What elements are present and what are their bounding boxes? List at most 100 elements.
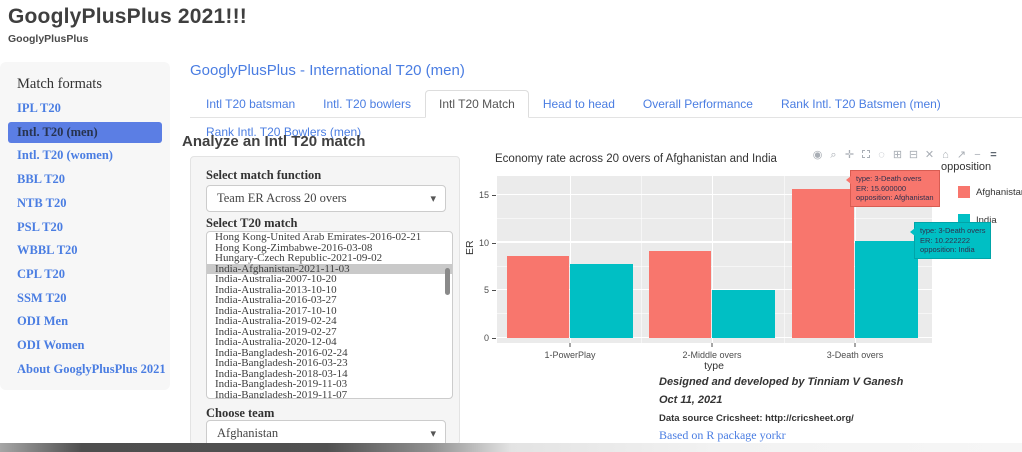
match-option[interactable]: India-Australia-2007-10-20 xyxy=(207,274,452,285)
y-tick-mark xyxy=(492,338,496,339)
match-option[interactable]: India-Bangladesh-2016-03-23 xyxy=(207,358,452,369)
zoom-icon[interactable]: ⌕ xyxy=(828,149,839,161)
lasso-icon[interactable]: ◌ xyxy=(876,149,887,161)
legend-entry-afghanistan[interactable]: Afghanistan xyxy=(958,186,1022,198)
x-tick-mark xyxy=(570,343,571,347)
chart-area: ◉ ⌕ ✛ ◌ ⊞ ⊟ ✕ ⌂ ↗−= Economy rate across 20 overs… xyxy=(465,140,1022,452)
match-form-panel: Select match function Team ER Across 20 … xyxy=(190,156,460,445)
toggle-spikelines-icon[interactable]: ↗ xyxy=(956,149,967,161)
bar-afghanistan-3-death-overs[interactable] xyxy=(792,189,855,338)
page-subtitle: GooglyPlusPlus xyxy=(8,33,89,45)
zoom-in-icon[interactable]: ⊞ xyxy=(892,149,903,161)
team-value: Afghanistan xyxy=(217,426,278,441)
bar-afghanistan-2-middle-overs[interactable] xyxy=(649,251,712,338)
match-function-select[interactable]: Team ER Across 20 overs ▾ xyxy=(206,185,446,212)
box-select-icon[interactable] xyxy=(860,148,871,161)
chevron-down-icon: ▾ xyxy=(430,192,436,205)
app-window: GooglyPlusPlus 2021!!! GooglyPlusPlus Ma… xyxy=(0,0,1022,452)
plotly-modebar: ◉ ⌕ ✛ ◌ ⊞ ⊟ ✕ ⌂ ↗−= xyxy=(812,148,1022,161)
bar-india-3-death-overs[interactable] xyxy=(855,241,918,338)
reset-axes-icon[interactable]: ⌂ xyxy=(940,149,951,161)
sidebar-item-odi-men[interactable]: ODI Men xyxy=(8,311,162,332)
y-tick-label: 15 xyxy=(467,190,489,200)
team-label: Choose team xyxy=(206,406,274,421)
tab-bar: Intl T20 batsmanIntl. T20 bowlersIntl T2… xyxy=(190,90,1022,118)
footer-credit: Designed and developed by Tinniam V Gane… xyxy=(659,376,903,388)
bar-afghanistan-1-powerplay[interactable] xyxy=(507,256,570,338)
tab-intl-t20-batsman[interactable]: Intl T20 batsman xyxy=(192,90,309,118)
tooltip-line: ER: 15.600000 xyxy=(856,184,934,194)
x-tick-label: 3-Death overs xyxy=(827,350,884,360)
hover-compare-icon[interactable]: = xyxy=(988,149,999,161)
hover-closest-icon[interactable]: − xyxy=(972,149,983,161)
sidebar-item-psl-t20[interactable]: PSL T20 xyxy=(8,217,162,238)
sidebar-item-cpl-t20[interactable]: CPL T20 xyxy=(8,264,162,285)
y-tick-mark xyxy=(492,243,496,244)
x-tick-label: 1-PowerPlay xyxy=(544,350,595,360)
section-heading: Analyze an Intl T20 match xyxy=(182,133,365,150)
sidebar-item-intl-t20-men-[interactable]: Intl. T20 (men) xyxy=(8,122,162,143)
x-tick-label: 2-Middle overs xyxy=(682,350,741,360)
x-tick-mark xyxy=(855,343,856,347)
sidebar-item-ntb-t20[interactable]: NTB T20 xyxy=(8,193,162,214)
tooltip-line: type: 3-Death overs xyxy=(920,226,985,236)
match-option[interactable]: India-Australia-2020-12-04 xyxy=(207,337,452,348)
match-option[interactable]: India-Bangladesh-2019-11-07 xyxy=(207,390,452,400)
pan-icon[interactable]: ✛ xyxy=(844,149,855,161)
sidebar-item-odi-women[interactable]: ODI Women xyxy=(8,335,162,356)
minor-vgridline xyxy=(784,176,785,343)
sidebar-item-intl-t20-women-[interactable]: Intl. T20 (women) xyxy=(8,145,162,166)
tab-overall-performance[interactable]: Overall Performance xyxy=(629,90,767,118)
chevron-down-icon: ▾ xyxy=(430,427,436,440)
y-tick-mark xyxy=(492,290,496,291)
listbox-scrollbar[interactable] xyxy=(445,268,450,295)
tab-head-to-head[interactable]: Head to head xyxy=(529,90,629,118)
tooltip-line: ER: 10.222222 xyxy=(920,236,985,246)
y-axis-label: ER xyxy=(464,240,476,255)
x-tick-mark xyxy=(712,343,713,347)
tooltip-line: type: 3-Death overs xyxy=(856,174,934,184)
sidebar-item-ssm-t20[interactable]: SSM T20 xyxy=(8,288,162,309)
tooltip-caret xyxy=(910,228,915,236)
sidebar-item-about-googlyplusplus-2021[interactable]: About GooglyPlusPlus 2021 xyxy=(8,359,162,380)
minor-gridline xyxy=(497,218,932,219)
sidebar: Match formats IPL T20 Intl. T20 (men)Intl… xyxy=(0,62,170,390)
x-axis-label: type xyxy=(704,360,724,372)
page-title: GooglyPlusPlus 2021!!! xyxy=(8,5,247,29)
camera-icon[interactable]: ◉ xyxy=(812,149,823,161)
match-listbox[interactable]: Hong Kong-United Arab Emirates-2016-02-2… xyxy=(206,231,453,399)
y-tick-mark xyxy=(492,195,496,196)
autoscale-icon[interactable]: ✕ xyxy=(924,149,935,161)
footer-yorkr-link[interactable]: Based on R package yorkr xyxy=(659,428,786,443)
match-option[interactable]: India-Australia-2016-03-27 xyxy=(207,295,452,306)
zoom-out-icon[interactable]: ⊟ xyxy=(908,149,919,161)
bar-india-1-powerplay[interactable] xyxy=(570,264,633,338)
tab-intl-t20-bowlers[interactable]: Intl. T20 bowlers xyxy=(309,90,425,118)
tab-rank-intl-t20-batsmen-men-[interactable]: Rank Intl. T20 Batsmen (men) xyxy=(767,90,955,118)
tab-intl-t20-match[interactable]: Intl T20 Match xyxy=(425,90,529,118)
legend-swatch-icon xyxy=(958,186,970,198)
match-option[interactable]: India-Bangladesh-2019-11-03 xyxy=(207,379,452,390)
bar-india-2-middle-overs[interactable] xyxy=(712,290,775,338)
sidebar-item-ipl-t20[interactable]: IPL T20 xyxy=(8,98,162,119)
hover-tooltip: type: 3-Death oversER: 10.222222oppositi… xyxy=(914,222,991,259)
match-option[interactable]: Hong Kong-United Arab Emirates-2016-02-2… xyxy=(207,232,452,243)
match-function-value: Team ER Across 20 overs xyxy=(217,191,347,206)
chart-title: Economy rate across 20 overs of Afghanis… xyxy=(495,153,777,165)
footer-date: Oct 11, 2021 xyxy=(659,394,722,406)
y-tick-label: 5 xyxy=(467,285,489,295)
tooltip-caret xyxy=(846,176,851,184)
legend-title: opposition xyxy=(941,161,991,173)
match-list-label: Select T20 match xyxy=(206,216,297,231)
sidebar-item-bbl-t20[interactable]: BBL T20 xyxy=(8,169,162,190)
bottom-shadow-band xyxy=(0,443,1022,452)
tooltip-line: opposition: Afghanistan xyxy=(856,193,934,203)
match-option[interactable]: Hungary-Czech Republic-2021-09-02 xyxy=(207,253,452,264)
y-tick-label: 0 xyxy=(467,333,489,343)
main-heading: GooglyPlusPlus - International T20 (men) xyxy=(190,62,465,79)
match-option[interactable]: India-Australia-2019-02-24 xyxy=(207,316,452,327)
sidebar-heading: Match formats xyxy=(17,76,102,93)
sidebar-item-wbbl-t20[interactable]: WBBL T20 xyxy=(8,240,162,261)
tooltip-line: opposition: India xyxy=(920,245,985,255)
hover-tooltip: type: 3-Death oversER: 15.600000oppositi… xyxy=(850,170,940,207)
